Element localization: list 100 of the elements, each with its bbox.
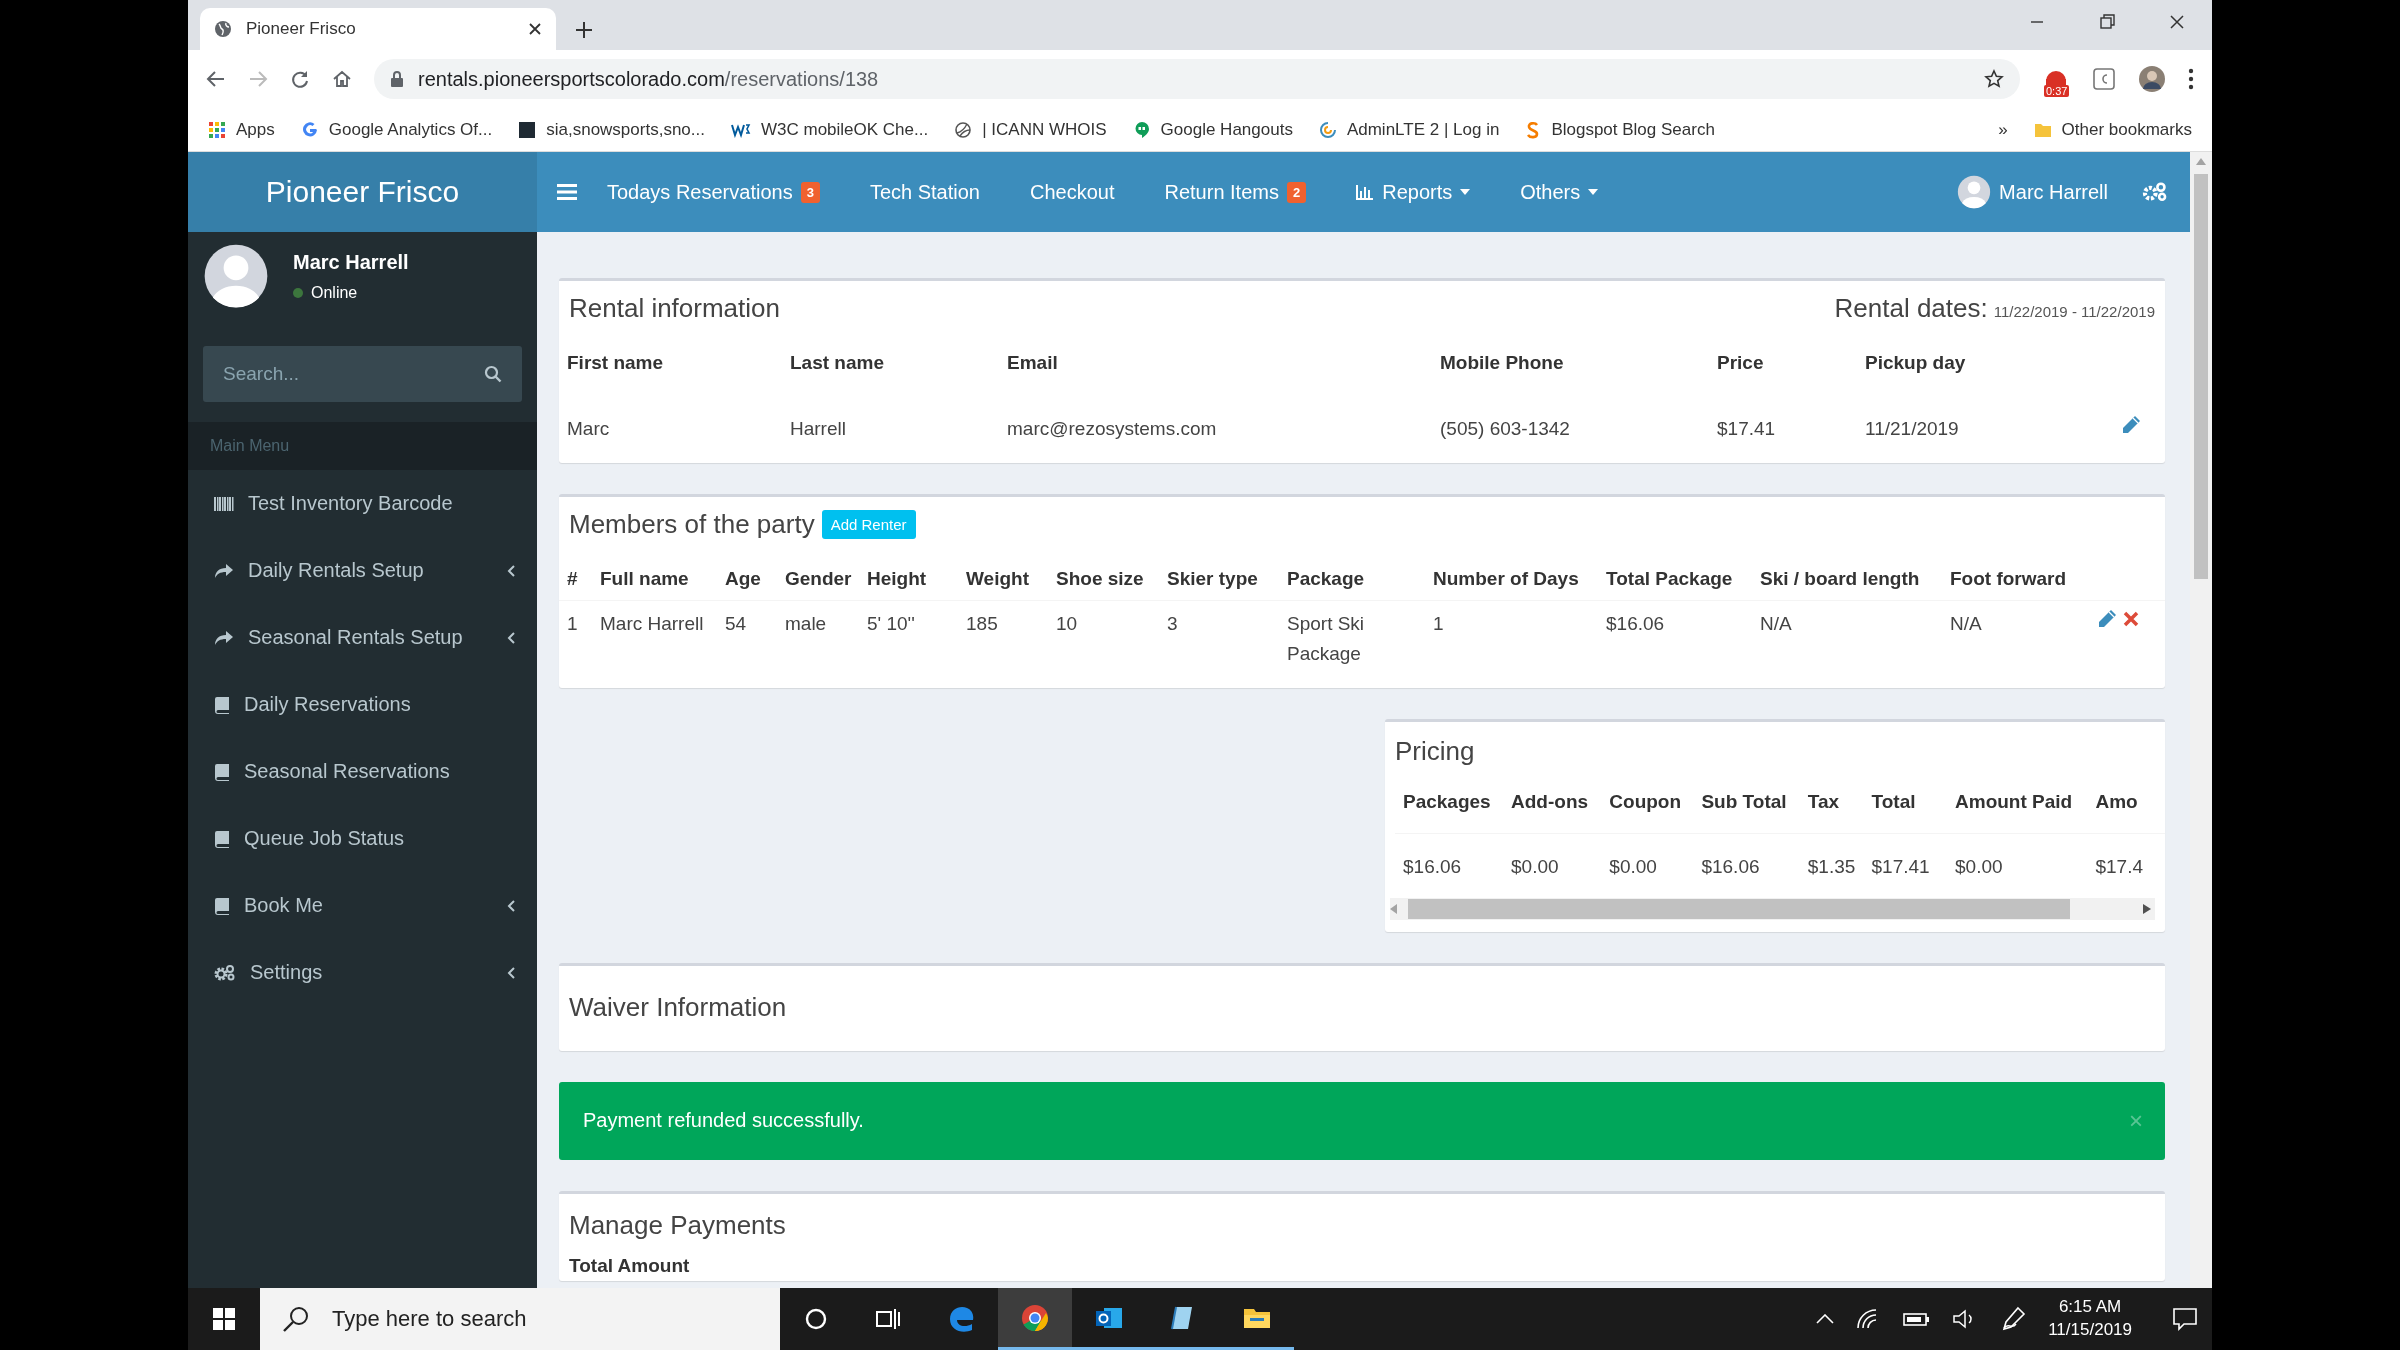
column-header: Last name <box>789 351 885 375</box>
new-tab-icon[interactable] <box>574 20 594 40</box>
menu-label: Settings <box>250 961 324 984</box>
count-badge: 2 <box>1286 181 1307 203</box>
user-menu[interactable]: Marc Harrell <box>1957 175 2108 209</box>
delete-icon[interactable] <box>2123 611 2139 628</box>
address-bar[interactable]: rentals.pioneersportscolorado.com/reservations/138 <box>374 59 2020 99</box>
column-header: Number of Days <box>1425 548 1598 601</box>
bookmark-link[interactable]: Apps <box>236 119 275 140</box>
box-title: Manage Payments <box>569 1209 786 1241</box>
bookmark-link[interactable]: Other bookmarks <box>2061 119 2192 140</box>
bookmark-link[interactable]: Blogspot Blog Search <box>1551 119 1715 140</box>
bookmark-link[interactable]: | ICANN WHOIS <box>982 119 1107 140</box>
table-cell: Marc Harrell <box>592 600 717 689</box>
overflow-button[interactable]: » <box>1998 119 2008 140</box>
edit-icon[interactable] <box>2097 609 2117 630</box>
table-cell: 10 <box>1048 600 1159 689</box>
nav-link[interactable]: Tech Station <box>849 180 1000 204</box>
menu-icon[interactable] <box>2188 68 2194 90</box>
search-icon <box>282 1305 310 1333</box>
column-header: Total <box>1863 769 1948 834</box>
search-field[interactable]: Type here to search <box>260 1288 780 1350</box>
bookmark-link[interactable]: Google Hangouts <box>1160 119 1293 140</box>
table-cell: 185 <box>958 600 1048 689</box>
table-cell: 3 <box>1159 600 1279 689</box>
book-icon <box>214 829 230 848</box>
column-header: Amo <box>2087 769 2165 834</box>
avatar-icon[interactable] <box>2138 65 2166 93</box>
nav-link[interactable]: Checkout <box>1009 180 1135 204</box>
box-title: Rental information <box>569 293 780 324</box>
table-cell: $17.4 <box>2087 833 2165 898</box>
nav-link[interactable]: Todays Reservations 3 <box>587 180 840 204</box>
globe-icon <box>214 20 232 38</box>
avatar-icon <box>1957 175 1992 209</box>
column-header: Foot forward <box>1942 548 2077 601</box>
browser-icon[interactable] <box>998 1288 1072 1350</box>
pen-icon[interactable] <box>2000 1306 2027 1332</box>
column-header: Sub Total <box>1693 769 1800 834</box>
scrollbar[interactable] <box>2190 152 2212 1288</box>
dates-label: Rental dates: <box>1834 293 1988 324</box>
star-icon[interactable] <box>1984 69 2004 89</box>
chevron-icon[interactable] <box>1816 1314 1835 1324</box>
menu-item[interactable]: Settings <box>188 939 537 1006</box>
home-icon[interactable] <box>332 69 352 89</box>
scrollbar-thumb[interactable] <box>2194 174 2208 579</box>
search-field[interactable]: Search... <box>203 346 522 402</box>
column-header: First name <box>566 351 665 375</box>
table-cell: Sport Ski Package <box>1279 600 1425 689</box>
menu-item[interactable]: Queue Job Status <box>188 805 537 872</box>
bookmark-link[interactable]: sia,snowsports,sno... <box>546 119 705 140</box>
search-icon[interactable] <box>484 365 502 383</box>
count-badge: 3 <box>800 181 820 203</box>
table-cell-text: Marc <box>566 417 611 441</box>
nav-link[interactable]: Reports <box>1336 180 1491 204</box>
column-header: Tax <box>1799 769 1864 834</box>
nav-link[interactable]: Others <box>1500 180 1619 204</box>
arrow-right-icon[interactable] <box>2143 903 2151 914</box>
gears-icon[interactable] <box>2142 181 2168 203</box>
column-header: Shoe size <box>1048 548 1159 601</box>
table-cell-text: Harrell <box>789 417 847 441</box>
menu-item[interactable]: Seasonal Reservations <box>188 738 537 805</box>
scrollbar-thumb[interactable] <box>1408 898 2070 919</box>
bar-chart-icon <box>1356 184 1375 200</box>
notification-icon[interactable] <box>2172 1307 2198 1331</box>
rental-dates: 11/22/2019 - 11/22/2019 <box>1993 303 2155 320</box>
close-icon[interactable] <box>528 22 542 36</box>
extension-icon[interactable] <box>2092 67 2116 91</box>
reload-icon[interactable] <box>290 69 310 89</box>
menu-item[interactable]: Test Inventory Barcode <box>188 470 537 537</box>
column-header: Weight <box>958 548 1048 601</box>
book-icon <box>214 896 230 915</box>
menu-label: Daily Reservations <box>244 693 412 716</box>
table-cell: $16.06 <box>1598 600 1752 689</box>
bookmark-link[interactable]: Google Analytics Of... <box>328 119 493 140</box>
menu-label: Seasonal Rentals Setup <box>248 626 464 649</box>
swirl-icon <box>1318 120 1337 139</box>
scrollbar[interactable] <box>1390 897 2155 920</box>
app-logo[interactable]: Pioneer Frisco <box>188 152 537 232</box>
back-icon[interactable] <box>206 69 226 89</box>
bookmark-link[interactable]: AdminLTE 2 | Log in <box>1346 119 1500 140</box>
field-label: Total Amount <box>568 1253 691 1278</box>
browser-tab[interactable]: Pioneer Frisco <box>200 8 556 50</box>
menu-item[interactable]: Book Me <box>188 872 537 939</box>
menu-label: Test Inventory Barcode <box>248 492 454 515</box>
table-cell: $1.35 <box>1799 833 1864 898</box>
column-header: Amount Paid <box>1947 769 2088 834</box>
battery-icon[interactable] <box>1902 1310 1931 1328</box>
column-header: Total Package <box>1598 548 1752 601</box>
menu-item[interactable]: Seasonal Rentals Setup <box>188 604 537 671</box>
user-name: Marc Harrell <box>293 250 409 274</box>
clock[interactable]: 6:15 AM 11/15/2019 <box>2048 1296 2132 1342</box>
nav-link[interactable]: Return Items 2 <box>1144 180 1327 204</box>
bookmark-link[interactable]: W3C mobileOK Che... <box>760 119 929 140</box>
table-cell-text: marc@rezosystems.com <box>1006 417 1218 441</box>
menu-item[interactable]: Daily Rentals Setup <box>188 537 537 604</box>
edit-icon[interactable] <box>2121 415 2141 435</box>
table-cell: $16.06 <box>1693 833 1800 898</box>
table-cell: $0.00 <box>1947 833 2088 898</box>
menu-item[interactable]: Daily Reservations <box>188 671 537 738</box>
box-title: Waiver Information <box>569 991 787 1023</box>
